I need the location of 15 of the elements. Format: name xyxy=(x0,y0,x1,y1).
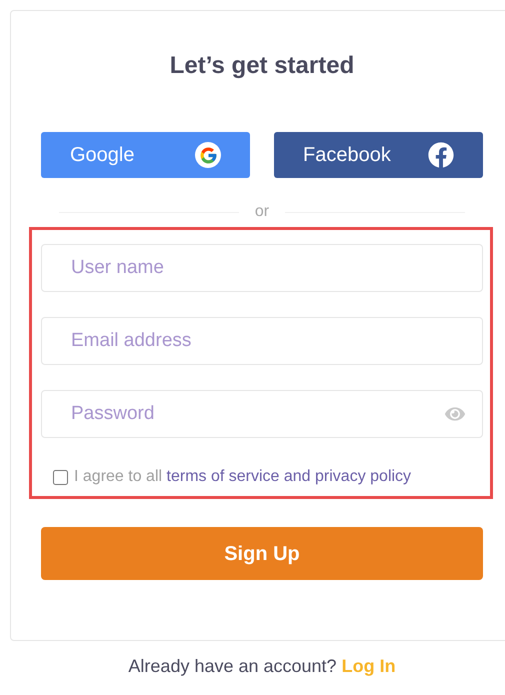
divider-label: or xyxy=(254,202,270,222)
email-field[interactable]: Email address xyxy=(41,317,483,365)
footer-text: Already have an account? Log In xyxy=(128,656,396,676)
username-field[interactable]: User name xyxy=(41,244,483,292)
login-link[interactable]: Log In xyxy=(342,656,396,676)
terms-link[interactable]: terms of service and privacy policy xyxy=(166,468,412,485)
password-field[interactable]: Password xyxy=(41,390,483,438)
facebook-button[interactable]: Facebook xyxy=(274,132,483,178)
agree-checkbox[interactable] xyxy=(53,470,68,484)
agree-text: I agree to all terms of service and privacy policy xyxy=(74,467,412,487)
signup-button[interactable]: Sign Up xyxy=(41,527,483,580)
facebook-f-icon xyxy=(428,142,454,168)
google-g-icon xyxy=(195,142,221,168)
card-title: Let’s get started xyxy=(168,51,356,81)
google-button[interactable]: Google xyxy=(41,132,250,178)
